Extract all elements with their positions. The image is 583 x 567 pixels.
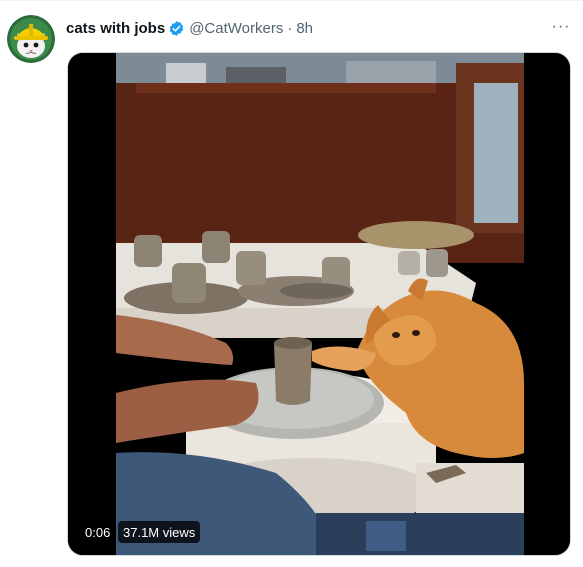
video-player[interactable]: 0:06 37.1M views bbox=[67, 52, 571, 556]
tweet-header: cats with jobs @CatWorkers · 8h bbox=[66, 18, 313, 38]
top-divider bbox=[0, 0, 583, 1]
video-elapsed-time: 0:06 bbox=[80, 521, 116, 543]
author-name[interactable]: cats with jobs bbox=[66, 20, 165, 37]
verified-badge-icon bbox=[168, 20, 185, 37]
cat-avatar-icon bbox=[7, 15, 55, 63]
author-handle[interactable]: @CatWorkers bbox=[189, 20, 283, 37]
video-view-count: 37.1M views bbox=[118, 521, 201, 543]
avatar[interactable] bbox=[7, 15, 55, 63]
more-options-icon[interactable]: ··· bbox=[550, 17, 572, 37]
cat-at-pottery-wheel-video bbox=[68, 53, 570, 555]
separator-dot: · bbox=[287, 19, 293, 37]
timestamp[interactable]: 8h bbox=[296, 20, 313, 37]
